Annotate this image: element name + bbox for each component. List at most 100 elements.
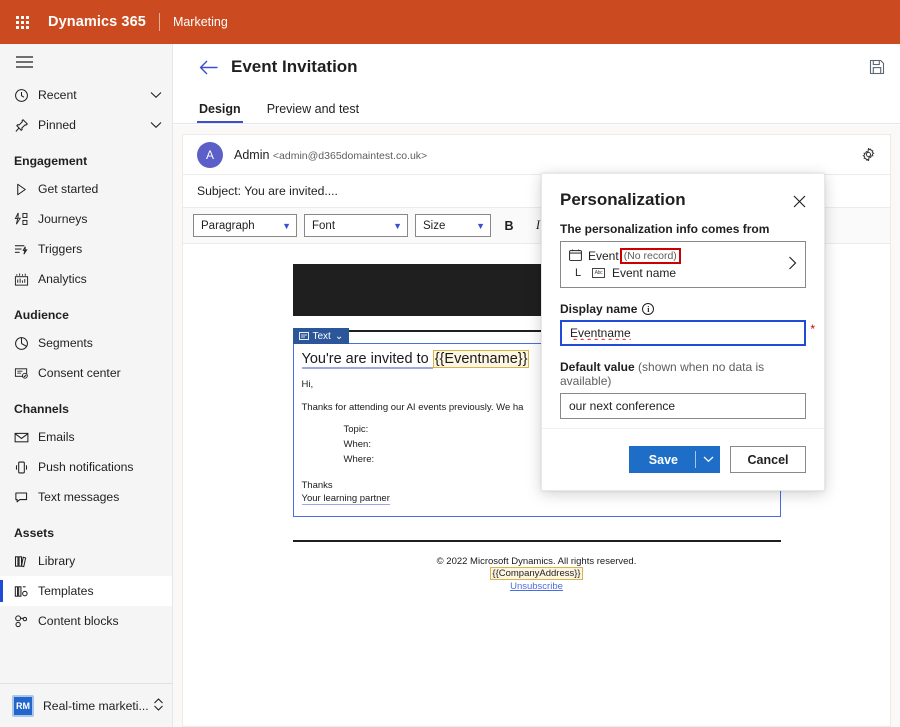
personalization-token-eventname[interactable]: {{Eventname}} — [433, 350, 530, 368]
default-value-label: Default value (shown when no data is ava… — [560, 360, 806, 388]
waffle-grid-icon[interactable] — [0, 0, 44, 44]
chevron-down-icon: ⌄ — [335, 331, 343, 342]
font-size-value: Size — [423, 220, 445, 232]
sidebar-item-segments[interactable]: Segments — [0, 328, 172, 358]
source-entity-name: Event — [588, 249, 619, 263]
brand-title[interactable]: Dynamics 365 — [48, 14, 146, 30]
close-icon[interactable] — [788, 190, 810, 212]
left-sidebar: Recent Pinned Engagement Get started — [0, 44, 173, 727]
sidebar-item-label: Journeys — [38, 212, 87, 226]
brand-divider — [159, 13, 160, 31]
default-value-input[interactable] — [560, 393, 806, 419]
tab-preview-and-test[interactable]: Preview and test — [265, 102, 361, 123]
sidebar-item-consent-center[interactable]: Consent center — [0, 358, 172, 388]
footer-copyright: © 2022 Microsoft Dynamics. All rights re… — [293, 556, 781, 567]
sidebar-item-push-notifications[interactable]: Push notifications — [0, 452, 172, 482]
source-entity-row: Event (No record) — [569, 248, 782, 264]
sidebar-item-content-blocks[interactable]: Content blocks — [0, 606, 172, 636]
top-app-bar: Dynamics 365 Marketing — [0, 0, 900, 44]
chevron-down-icon[interactable] — [150, 121, 162, 129]
no-record-badge: (No record) — [620, 248, 681, 264]
sidebar-item-label: Consent center — [38, 366, 121, 380]
sidebar-item-recent[interactable]: Recent — [0, 80, 172, 110]
sidebar-group-assets: Assets — [0, 512, 172, 546]
pin-icon — [14, 118, 38, 133]
app-name-label[interactable]: Marketing — [173, 15, 228, 29]
sidebar-item-label: Get started — [38, 182, 98, 196]
app-switcher[interactable]: RM Real-time marketi... — [0, 683, 173, 727]
dialog-body: The personalization info comes from Even… — [542, 212, 824, 419]
display-name-input[interactable] — [560, 320, 806, 346]
required-marker: * — [810, 322, 815, 336]
tab-design[interactable]: Design — [197, 102, 243, 123]
source-field-name: Event name — [612, 266, 676, 280]
abc-text-icon: Abc — [592, 268, 605, 278]
tree-elbow-icon: L — [575, 267, 585, 279]
block-type-tag[interactable]: Text ⌄ — [293, 328, 350, 344]
personalization-source-picker[interactable]: Event (No record) L Abc Event name — [560, 241, 806, 288]
font-size-select[interactable]: Size ▼ — [415, 214, 491, 237]
app-switcher-label: Real-time marketi... — [43, 699, 149, 713]
sidebar-item-templates[interactable]: Templates — [0, 576, 172, 606]
email-from-text: Admin <admin@d365domaintest.co.uk> — [234, 148, 427, 162]
gear-icon[interactable] — [861, 147, 876, 162]
sidebar-item-label: Segments — [38, 336, 93, 350]
save-button[interactable]: Save — [629, 446, 720, 473]
from-email: <admin@d365domaintest.co.uk> — [273, 150, 427, 162]
sidebar-item-pinned[interactable]: Pinned — [0, 110, 172, 140]
sidebar-item-label: Triggers — [38, 242, 82, 256]
sidebar-item-analytics[interactable]: Analytics — [0, 264, 172, 294]
paragraph-style-value: Paragraph — [201, 220, 255, 232]
personalization-dialog: Personalization The personalization info… — [541, 173, 825, 491]
personalization-token-companyaddress[interactable]: {{CompanyAddress}} — [490, 567, 582, 580]
sidebar-group-audience: Audience — [0, 294, 172, 328]
sidebar-item-text-messages[interactable]: Text messages — [0, 482, 172, 512]
default-value-label-main: Default value — [560, 360, 635, 374]
hamburger-icon[interactable] — [0, 44, 172, 80]
sidebar-item-triggers[interactable]: Triggers — [0, 234, 172, 264]
avatar: A — [197, 142, 223, 168]
sidebar-item-label: Push notifications — [38, 460, 134, 474]
paragraph-style-select[interactable]: Paragraph ▼ — [193, 214, 297, 237]
sidebar-item-label: Text messages — [38, 490, 119, 504]
sidebar-item-label: Library — [38, 554, 75, 568]
chevron-down-icon: ▼ — [476, 221, 485, 231]
from-name: Admin — [234, 148, 269, 162]
page-header-actions — [864, 54, 900, 80]
sidebar-group-engagement: Engagement — [0, 140, 172, 174]
sidebar-item-label: Content blocks — [38, 614, 119, 628]
sidebar-item-get-started[interactable]: Get started — [0, 174, 172, 204]
email-footer: © 2022 Microsoft Dynamics. All rights re… — [293, 556, 781, 592]
app-badge: RM — [12, 695, 34, 717]
play-icon — [14, 182, 38, 197]
source-field-row: L Abc Event name — [569, 266, 782, 280]
sidebar-item-label: Recent — [38, 88, 77, 102]
back-arrow-icon[interactable] — [197, 56, 219, 78]
save-disk-icon[interactable] — [864, 54, 890, 80]
chevron-down-icon[interactable] — [696, 446, 720, 473]
cancel-button[interactable]: Cancel — [730, 446, 806, 473]
triggers-icon — [14, 242, 38, 257]
templates-icon — [14, 584, 38, 599]
up-down-chevron-icon[interactable] — [153, 698, 164, 714]
dialog-header: Personalization — [542, 174, 824, 212]
dialog-footer: Save Cancel — [542, 428, 824, 490]
unsubscribe-link[interactable]: Unsubscribe — [293, 581, 781, 592]
display-name-field-wrap: * — [560, 320, 806, 346]
info-icon[interactable]: i — [642, 303, 654, 315]
sidebar-item-label: Pinned — [38, 118, 76, 132]
chat-icon — [14, 490, 38, 505]
library-icon — [14, 554, 38, 569]
chevron-right-icon[interactable] — [788, 256, 797, 273]
dialog-title: Personalization — [560, 190, 686, 210]
sidebar-item-library[interactable]: Library — [0, 546, 172, 576]
sidebar-item-label: Analytics — [38, 272, 87, 286]
page-title: Event Invitation — [231, 57, 358, 77]
bold-button[interactable]: B — [498, 215, 520, 237]
footer-divider — [293, 540, 781, 542]
font-family-select[interactable]: Font ▼ — [304, 214, 408, 237]
sidebar-item-emails[interactable]: Emails — [0, 422, 172, 452]
chevron-down-icon[interactable] — [150, 91, 162, 99]
sidebar-item-journeys[interactable]: Journeys — [0, 204, 172, 234]
content-blocks-icon — [14, 614, 38, 629]
